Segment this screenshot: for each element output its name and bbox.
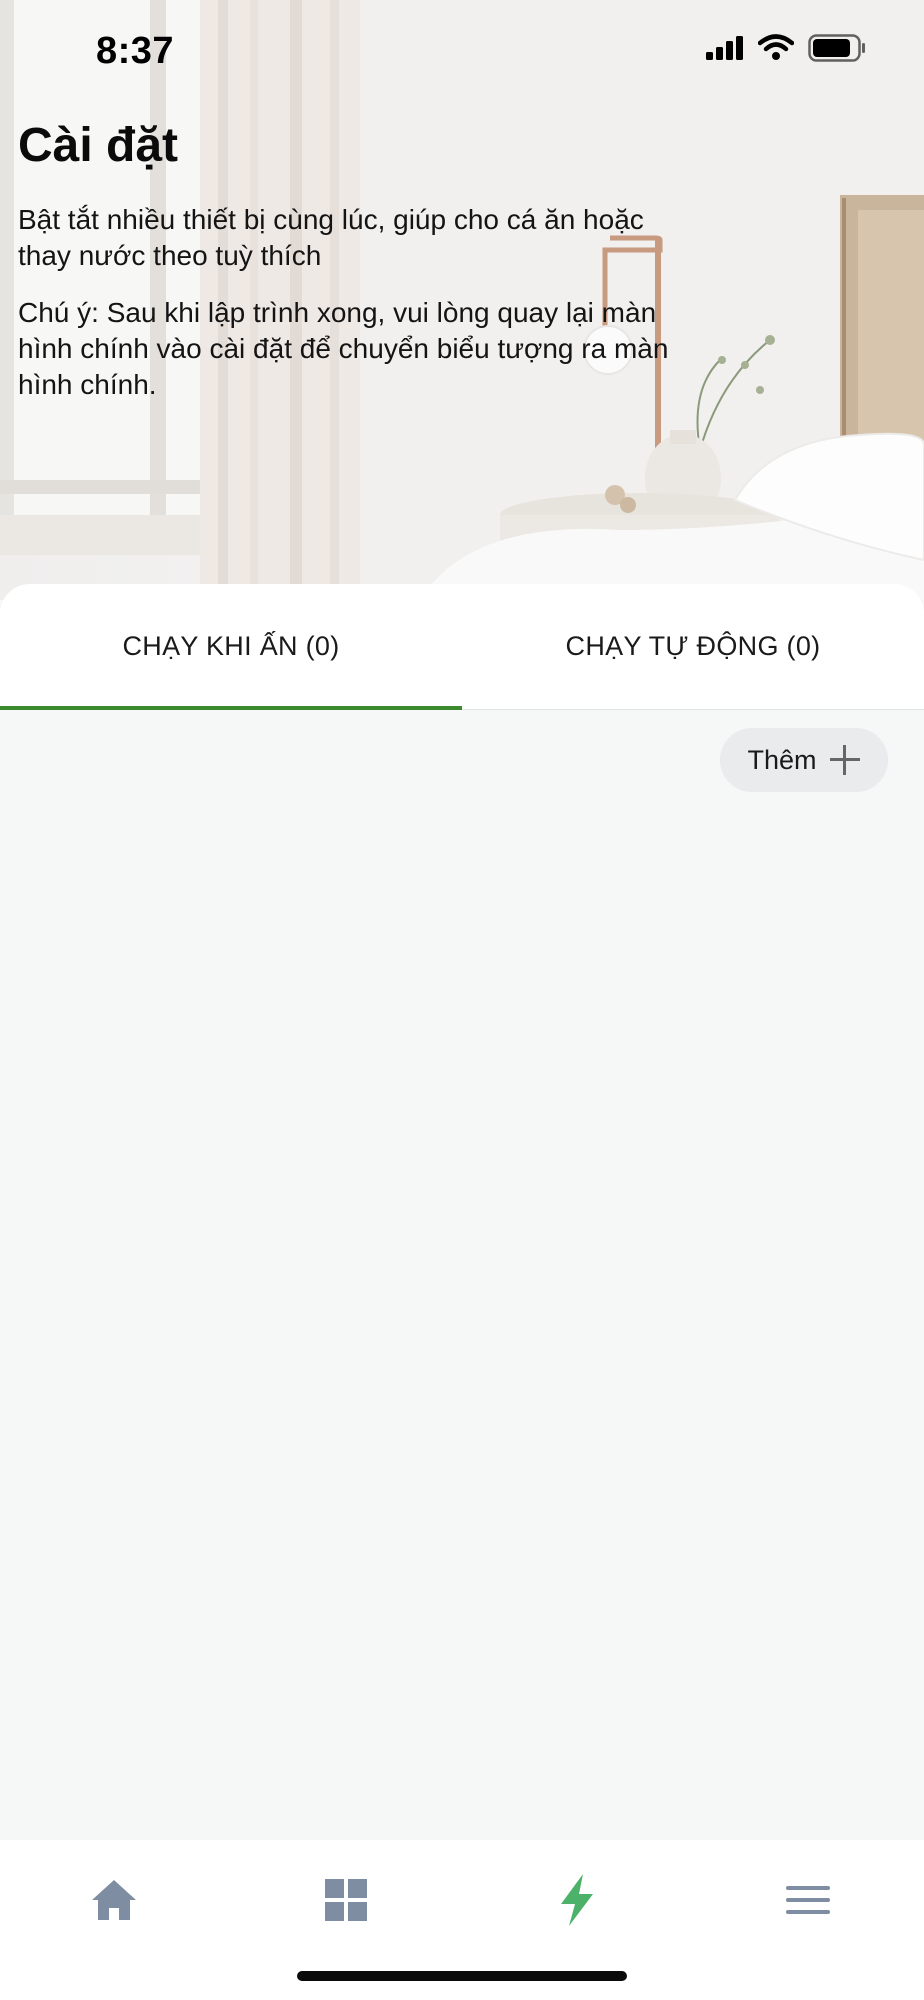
home-indicator[interactable] [297, 1971, 627, 1981]
cellular-signal-icon [706, 36, 743, 60]
home-icon [92, 1880, 136, 1920]
content-sheet: CHẠY KHI ẤN (0) CHẠY TỰ ĐỘNG (0) Thêm [0, 584, 924, 2000]
nav-dashboard[interactable] [306, 1870, 386, 1930]
nav-scenes[interactable] [537, 1870, 617, 1930]
status-time: 8:37 [96, 30, 175, 72]
add-button-label: Thêm [747, 744, 817, 775]
add-button[interactable]: Thêm [720, 728, 888, 792]
page-description: Bật tắt nhiều thiết bị cùng lúc, giúp ch… [18, 204, 644, 271]
nav-menu[interactable] [768, 1870, 848, 1930]
battery-icon [808, 34, 865, 62]
status-icons [706, 34, 866, 62]
menu-icon [786, 1886, 830, 1914]
tab-run-automatically[interactable]: CHẠY TỰ ĐỘNG (0) [462, 584, 924, 709]
active-tab-indicator [0, 706, 462, 710]
wifi-icon [758, 34, 794, 60]
lightning-icon [561, 1874, 593, 1926]
page-note: Chú ý: Sau khi lập trình xong, vui lòng … [18, 297, 669, 400]
tab-bar: CHẠY KHI ẤN (0) CHẠY TỰ ĐỘNG (0) [0, 584, 924, 710]
tab-run-automatically-label: CHẠY TỰ ĐỘNG (0) [565, 631, 821, 661]
grid-icon [325, 1879, 367, 1921]
nav-home[interactable] [74, 1870, 154, 1930]
plus-icon [829, 744, 861, 776]
tab-run-on-press-label: CHẠY KHI ẤN (0) [122, 631, 340, 661]
tab-run-on-press[interactable]: CHẠY KHI ẤN (0) [0, 584, 462, 709]
page-title: Cài đặt [18, 119, 179, 172]
